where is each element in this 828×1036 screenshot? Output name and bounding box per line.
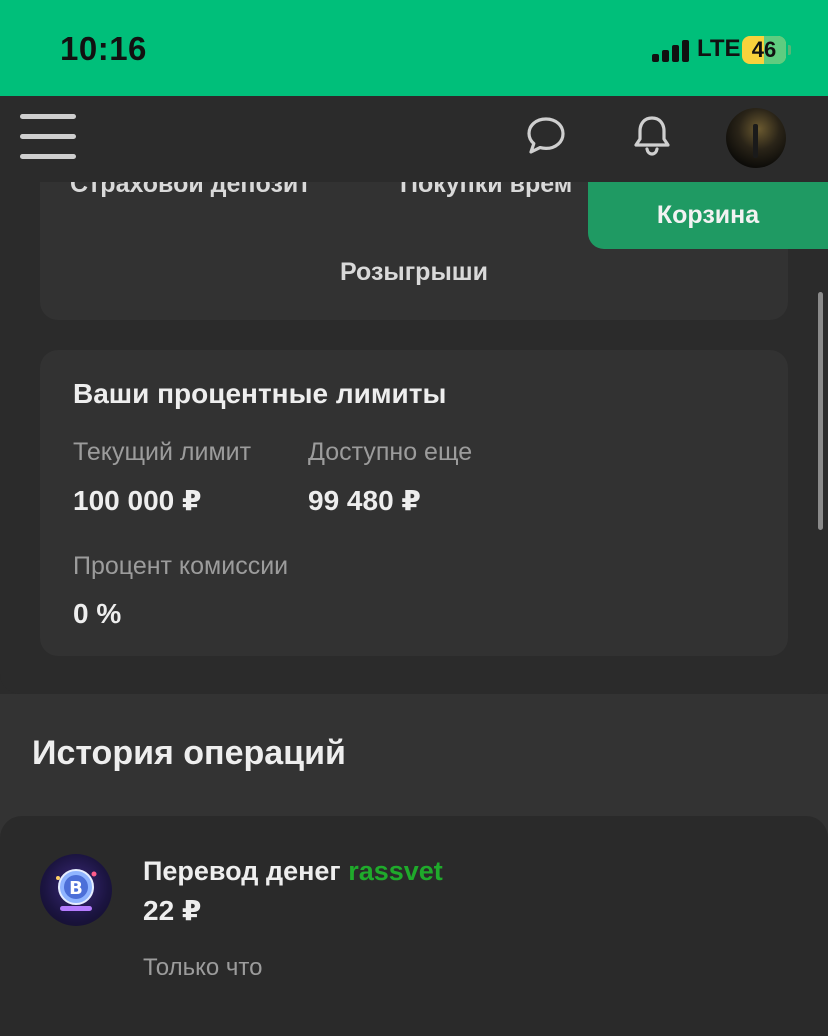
available-label: Доступно еще — [308, 438, 473, 466]
operation-time: Только что — [143, 954, 263, 981]
commission-value: 0 % — [73, 598, 122, 629]
battery-icon: 46 — [742, 36, 786, 64]
battery-level: 46 — [751, 37, 777, 62]
bitcoin-icon: B — [40, 854, 112, 926]
current-limit-label: Текущий лимит — [73, 438, 252, 466]
status-bar: 10:16 LTE 46 — [0, 0, 828, 96]
operation-user-link[interactable]: rassvet — [348, 856, 443, 886]
history-item[interactable]: B Перевод денег rassvet 22 ₽ Только что — [0, 816, 828, 1036]
app-header — [0, 96, 828, 182]
tab-insurance-deposit[interactable]: Страховой депозит — [70, 182, 311, 199]
history-section: История операций B Перевод денег rassvet… — [0, 694, 828, 1036]
history-title: История операций — [32, 734, 346, 772]
commission-label: Процент комиссии — [73, 552, 289, 580]
bell-icon[interactable] — [632, 114, 672, 158]
network-type: LTE — [697, 35, 741, 62]
operation-amount: 22 ₽ — [143, 895, 202, 926]
current-limit-value: 100 000 ₽ — [73, 485, 202, 516]
hamburger-icon[interactable] — [20, 112, 76, 162]
draws-link[interactable]: Розыгрыши — [40, 258, 788, 287]
tab-purchases[interactable]: Покупки врем — [400, 182, 572, 199]
limits-title: Ваши процентные лимиты — [73, 378, 447, 409]
avatar[interactable] — [726, 108, 786, 168]
signal-strength-icon — [652, 38, 692, 62]
cart-button[interactable]: Корзина — [588, 182, 828, 249]
scrollbar[interactable] — [818, 292, 823, 530]
available-value: 99 480 ₽ — [308, 485, 421, 516]
limits-card: Ваши процентные лимиты Текущий лимит 100… — [40, 350, 788, 656]
svg-text:B: B — [69, 878, 83, 899]
operation-title: Перевод денег rassvet — [143, 856, 443, 887]
operation-type: Перевод денег — [143, 856, 341, 886]
chat-bubble-icon[interactable] — [526, 114, 566, 158]
status-time: 10:16 — [60, 30, 147, 67]
battery-nub — [788, 45, 791, 55]
